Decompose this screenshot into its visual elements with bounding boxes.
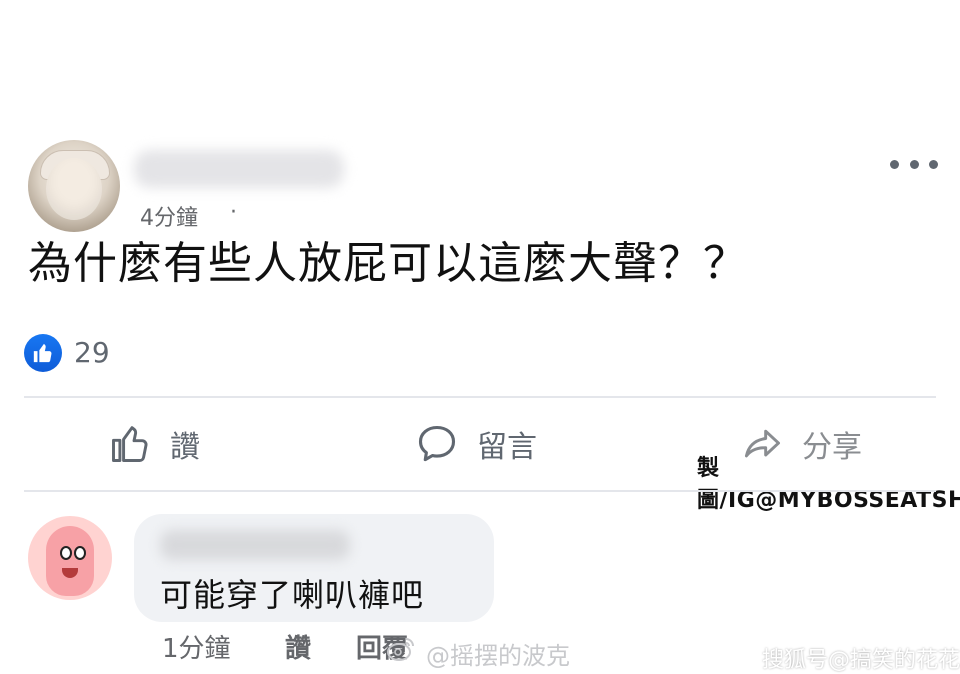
sohu-watermark: 搜狐号@搞笑的花花 <box>762 648 960 673</box>
weibo-watermark: @摇摆的波克 <box>426 642 570 670</box>
credit-watermark: 製圖/IG@MYBOSSEATSHIT <box>697 456 960 513</box>
more-dot <box>909 159 919 169</box>
comment-bubble-icon <box>418 425 456 462</box>
weibo-icon <box>387 638 414 661</box>
thumbs-up-icon <box>33 343 52 363</box>
comment-timestamp[interactable]: 1分鐘 <box>162 628 231 665</box>
like-button[interactable]: 讚 <box>108 418 200 470</box>
more-options-icon[interactable] <box>890 150 938 178</box>
poster-avatar[interactable] <box>28 140 120 232</box>
more-dot <box>890 159 899 169</box>
post-time-separator: · <box>230 200 237 225</box>
reaction-count[interactable]: 29 <box>74 334 110 372</box>
divider-bottom <box>24 490 936 492</box>
avatar-eye <box>60 546 72 560</box>
thumbs-up-icon <box>112 426 148 462</box>
post-timestamp[interactable]: 4分鐘 <box>140 200 198 232</box>
avatar-eye <box>74 546 86 560</box>
avatar-face <box>46 158 102 220</box>
comment-text: 可能穿了喇叭褲吧 <box>160 576 425 614</box>
comment-button[interactable]: 留言 <box>415 418 537 470</box>
avatar-character <box>46 526 94 596</box>
post-text: 為什麼有些人放屁可以這麼大聲？？ <box>28 238 748 289</box>
comment-like-link[interactable]: 讚 <box>285 628 311 665</box>
divider-top <box>24 396 936 398</box>
commenter-avatar[interactable] <box>28 516 112 600</box>
commenter-name-blurred[interactable] <box>160 530 350 560</box>
poster-name-blurred[interactable] <box>134 150 344 188</box>
comment-label: 留言 <box>477 430 537 465</box>
like-label: 讚 <box>170 430 200 465</box>
more-dot <box>929 159 938 169</box>
like-reaction-icon[interactable] <box>24 334 62 372</box>
